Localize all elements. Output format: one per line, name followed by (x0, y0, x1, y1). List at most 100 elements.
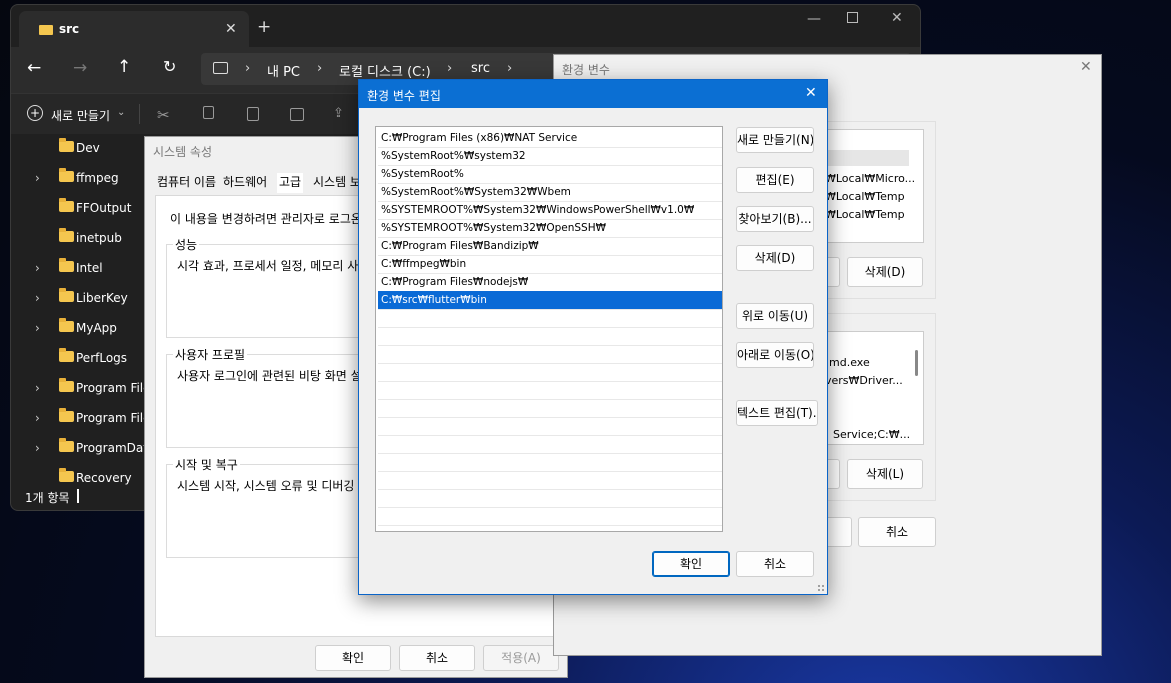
chevron-right-icon: › (245, 61, 251, 76)
breadcrumb-item[interactable]: 내 PC (267, 61, 300, 80)
paste-icon[interactable] (245, 106, 261, 122)
cancel-button[interactable]: 취소 (858, 517, 936, 547)
plus-circle-icon: + (27, 105, 43, 121)
minimize-icon[interactable]: — (807, 11, 821, 27)
nav-item-label: PerfLogs (76, 351, 128, 365)
resize-grip-icon[interactable] (817, 584, 825, 592)
empty-row[interactable] (378, 363, 722, 382)
path-value: C:₩ffmpeg₩bin (381, 258, 467, 270)
scrollbar-thumb[interactable] (915, 350, 918, 376)
text-cursor (77, 489, 79, 503)
forward-icon[interactable]: → (73, 58, 87, 78)
chevron-right-icon[interactable]: › (35, 381, 40, 395)
chevron-right-icon[interactable]: › (35, 171, 40, 185)
navigation-pane: Dev › ffmpeg FFOutput inetpub › Intel › Lib… (11, 133, 157, 485)
nav-item[interactable]: › ProgramData (11, 433, 155, 463)
rename-icon[interactable] (289, 106, 305, 122)
path-row[interactable]: %SystemRoot%₩system32 (378, 147, 722, 166)
new-tab-icon[interactable]: + (257, 17, 271, 37)
apply-button[interactable]: 적용(A) (483, 645, 559, 671)
dialog-title: 시스템 속성 (153, 145, 213, 159)
empty-row[interactable] (378, 507, 722, 526)
empty-row[interactable] (378, 471, 722, 490)
path-row[interactable]: %SYSTEMROOT%₩System32₩WindowsPowerShell₩… (378, 201, 722, 220)
breadcrumb-item[interactable]: 로컬 디스크 (C:) (339, 61, 431, 80)
path-row[interactable]: C:₩ffmpeg₩bin (378, 255, 722, 274)
nav-item[interactable]: › Program Files (11, 373, 157, 403)
dialog-title: 환경 변수 (562, 63, 610, 77)
nav-item[interactable]: inetpub (11, 223, 151, 253)
refresh-icon[interactable]: ↻ (163, 57, 176, 76)
empty-row[interactable] (378, 417, 722, 436)
back-icon[interactable]: ← (27, 58, 41, 78)
edit-text-button[interactable]: 텍스트 편집(T)... (736, 400, 818, 426)
browse-button[interactable]: 찾아보기(B)... (736, 206, 814, 232)
user-vars-list[interactable]: ₩Local₩Micro... ₩Local₩Temp ₩Local₩Temp (824, 129, 924, 243)
tab-computer-name[interactable]: 컴퓨터 이름 (157, 173, 216, 193)
cancel-button[interactable]: 취소 (399, 645, 475, 671)
nav-item[interactable]: › MyApp (11, 313, 151, 343)
empty-row[interactable] (378, 345, 722, 364)
close-icon[interactable]: ✕ (805, 85, 817, 101)
tab-hardware[interactable]: 하드웨어 (223, 173, 267, 193)
copy-icon[interactable] (201, 106, 217, 122)
delete-user-var-button[interactable]: 삭제(D) (847, 257, 923, 287)
path-row[interactable]: C:₩Program Files₩Bandizip₩ (378, 237, 722, 256)
ok-button[interactable]: 확인 (652, 551, 730, 577)
nav-item[interactable]: › LiberKey (11, 283, 151, 313)
chevron-right-icon[interactable]: › (35, 261, 40, 275)
chevron-down-icon: ⌄ (117, 107, 126, 118)
ok-button[interactable]: 확인 (315, 645, 391, 671)
tab-advanced[interactable]: 고급 (277, 173, 304, 193)
delete-button[interactable]: 삭제(D) (736, 245, 814, 271)
path-list[interactable]: C:₩Program Files (x86)₩NAT Service %Syst… (375, 126, 723, 532)
up-icon[interactable]: ↑ (117, 57, 131, 77)
path-row[interactable]: C:₩Program Files (x86)₩NAT Service (378, 129, 722, 148)
path-row[interactable]: %SystemRoot% (378, 165, 722, 184)
empty-row[interactable] (378, 381, 722, 400)
chevron-right-icon[interactable]: › (35, 321, 40, 335)
nav-item[interactable]: Dev (11, 133, 151, 163)
nav-item[interactable]: › Intel (11, 253, 151, 283)
edit-button[interactable]: 편집(E) (736, 167, 814, 193)
move-down-button[interactable]: 아래로 이동(O) (736, 342, 814, 368)
chevron-right-icon[interactable]: › (35, 441, 40, 455)
empty-row[interactable] (378, 453, 722, 472)
nav-item[interactable]: FFOutput (11, 193, 151, 223)
folder-icon (59, 378, 74, 392)
breadcrumb-item[interactable]: src (471, 61, 490, 76)
empty-row[interactable] (378, 327, 722, 346)
empty-row[interactable] (378, 435, 722, 454)
empty-row[interactable] (378, 399, 722, 418)
nav-item[interactable]: › Program Files (11, 403, 157, 433)
cut-icon[interactable]: ✂ (157, 106, 173, 124)
tab-system-protection[interactable]: 시스템 보 (313, 173, 361, 193)
path-row-selected[interactable]: C:₩src₩flutter₩bin (378, 291, 722, 310)
new-button[interactable]: 새로 만들기(N) (736, 127, 814, 153)
new-button[interactable]: 새로 만들기 (51, 107, 110, 124)
chevron-right-icon[interactable]: › (35, 291, 40, 305)
empty-row[interactable] (378, 309, 722, 328)
move-up-button[interactable]: 위로 이동(U) (736, 303, 814, 329)
path-row[interactable]: %SystemRoot%₩System32₩Wbem (378, 183, 722, 202)
close-icon[interactable]: ✕ (1080, 59, 1092, 75)
delete-system-var-button[interactable]: 삭제(L) (847, 459, 923, 489)
list-cell: vers₩Driver... (825, 374, 903, 387)
nav-item[interactable]: PerfLogs (11, 343, 151, 373)
close-tab-icon[interactable]: ✕ (225, 21, 237, 37)
close-window-icon[interactable]: ✕ (891, 10, 903, 26)
path-value: C:₩Program Files₩nodejs₩ (381, 276, 529, 288)
cancel-button[interactable]: 취소 (736, 551, 814, 577)
maximize-icon[interactable] (847, 12, 858, 23)
title-bar[interactable]: 환경 변수 편집 ✕ (359, 80, 827, 108)
explorer-tab[interactable]: src ✕ (19, 11, 249, 47)
empty-row[interactable] (378, 489, 722, 508)
chevron-right-icon[interactable]: › (35, 411, 40, 425)
folder-icon (59, 408, 74, 422)
system-vars-list[interactable]: md.exe vers₩Driver... Service;C:₩... (824, 331, 924, 445)
path-row[interactable]: C:₩Program Files₩nodejs₩ (378, 273, 722, 292)
share-icon[interactable]: ⇪ (333, 106, 349, 122)
path-row[interactable]: %SYSTEMROOT%₩System32₩OpenSSH₩ (378, 219, 722, 238)
list-cell: ₩Local₩Temp (825, 190, 905, 203)
nav-item[interactable]: › ffmpeg (11, 163, 151, 193)
